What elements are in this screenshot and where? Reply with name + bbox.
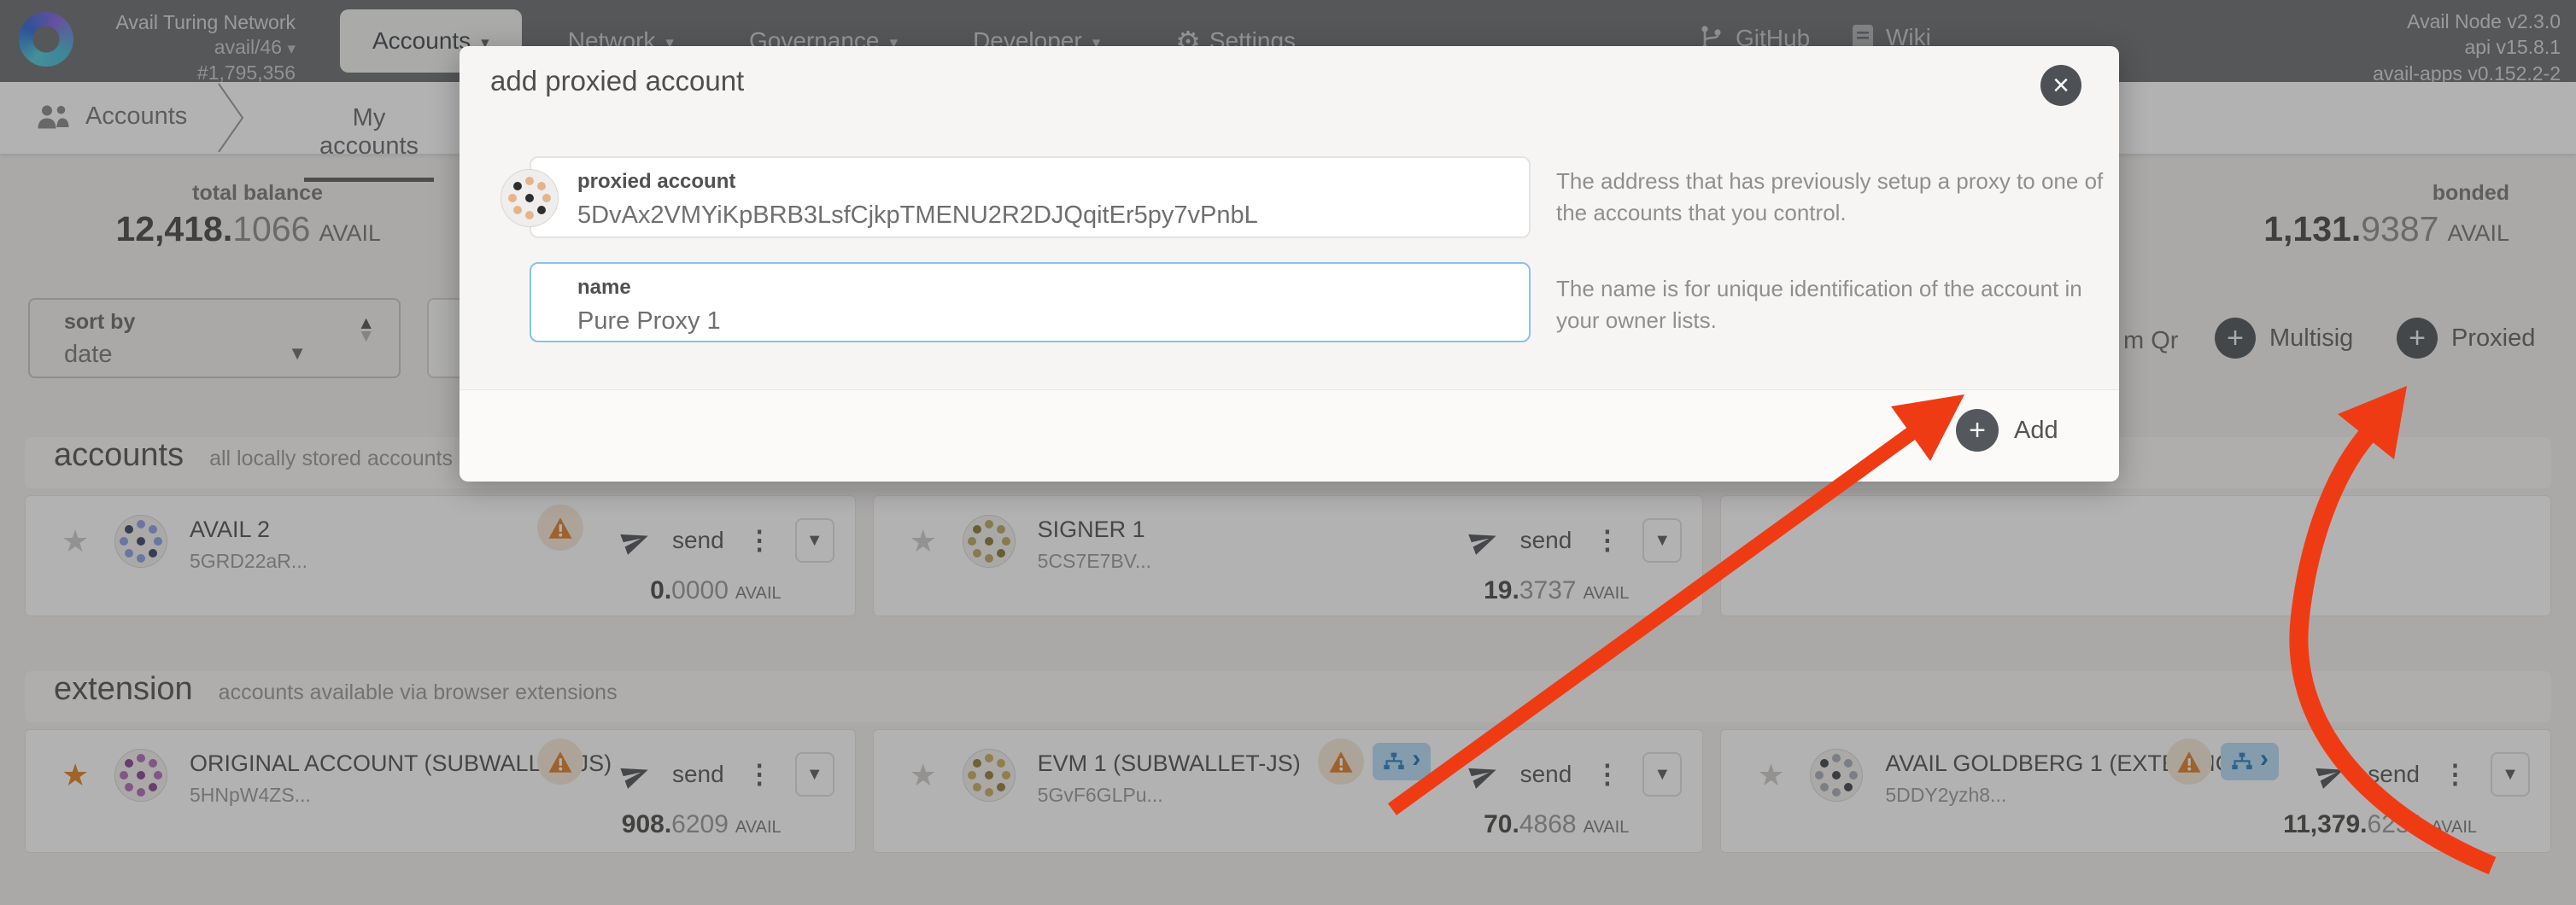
field-label: proxied account (577, 170, 1529, 194)
proxied-account-field[interactable]: proxied account 5DvAx2VMYiKpBRB3LsfCjkpT… (530, 156, 1531, 238)
account-identicon (501, 169, 559, 227)
modal-footer (460, 389, 2119, 482)
name-value[interactable]: Pure Proxy 1 (577, 307, 1529, 336)
name-field[interactable]: name Pure Proxy 1 (530, 262, 1531, 342)
plus-icon: + (1956, 409, 1999, 452)
field-label: name (577, 276, 1529, 300)
name-help: The name is for unique identification of… (1556, 273, 2110, 336)
proxied-account-value[interactable]: 5DvAx2VMYiKpBRB3LsfCjkpTMENU2R2DJQqitEr5… (577, 201, 1529, 230)
modal-title: add proxied account (490, 65, 744, 97)
add-proxied-account-modal: add proxied account × proxied account 5D… (460, 46, 2119, 481)
proxied-account-help: The address that has previously setup a … (1556, 166, 2110, 229)
add-button[interactable]: + Add (1956, 409, 2058, 452)
close-icon[interactable]: × (2040, 65, 2081, 106)
